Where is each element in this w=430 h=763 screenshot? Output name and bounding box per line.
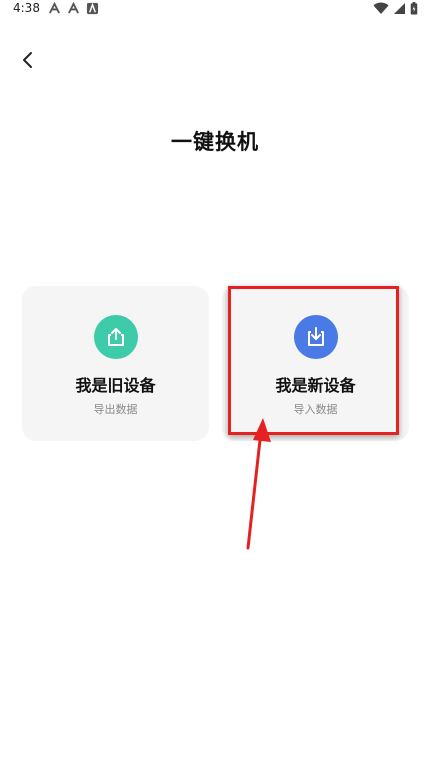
notification-icons bbox=[48, 2, 99, 15]
new-device-subtitle: 导入数据 bbox=[293, 403, 338, 416]
page-title: 一键换机 bbox=[171, 130, 259, 154]
app-notification-icon bbox=[86, 2, 99, 15]
status-time: 4:38 bbox=[13, 1, 40, 15]
new-device-card[interactable]: 我是新设备 导入数据 bbox=[222, 286, 409, 441]
old-device-title: 我是旧设备 bbox=[75, 376, 156, 395]
back-button[interactable] bbox=[14, 46, 42, 74]
signal-icon bbox=[394, 3, 405, 14]
old-device-card[interactable]: 我是旧设备 导出数据 bbox=[22, 286, 209, 441]
import-icon bbox=[294, 315, 338, 359]
battery-icon bbox=[410, 2, 418, 15]
app-notification-icon bbox=[68, 2, 79, 14]
status-right bbox=[373, 2, 418, 15]
new-device-title: 我是新设备 bbox=[275, 376, 356, 395]
wifi-icon bbox=[373, 2, 389, 14]
old-device-subtitle: 导出数据 bbox=[93, 403, 138, 416]
app-notification-icon bbox=[49, 2, 60, 14]
status-bar: 4:38 bbox=[0, 0, 430, 18]
export-icon bbox=[94, 315, 138, 359]
chevron-left-icon bbox=[23, 52, 32, 68]
